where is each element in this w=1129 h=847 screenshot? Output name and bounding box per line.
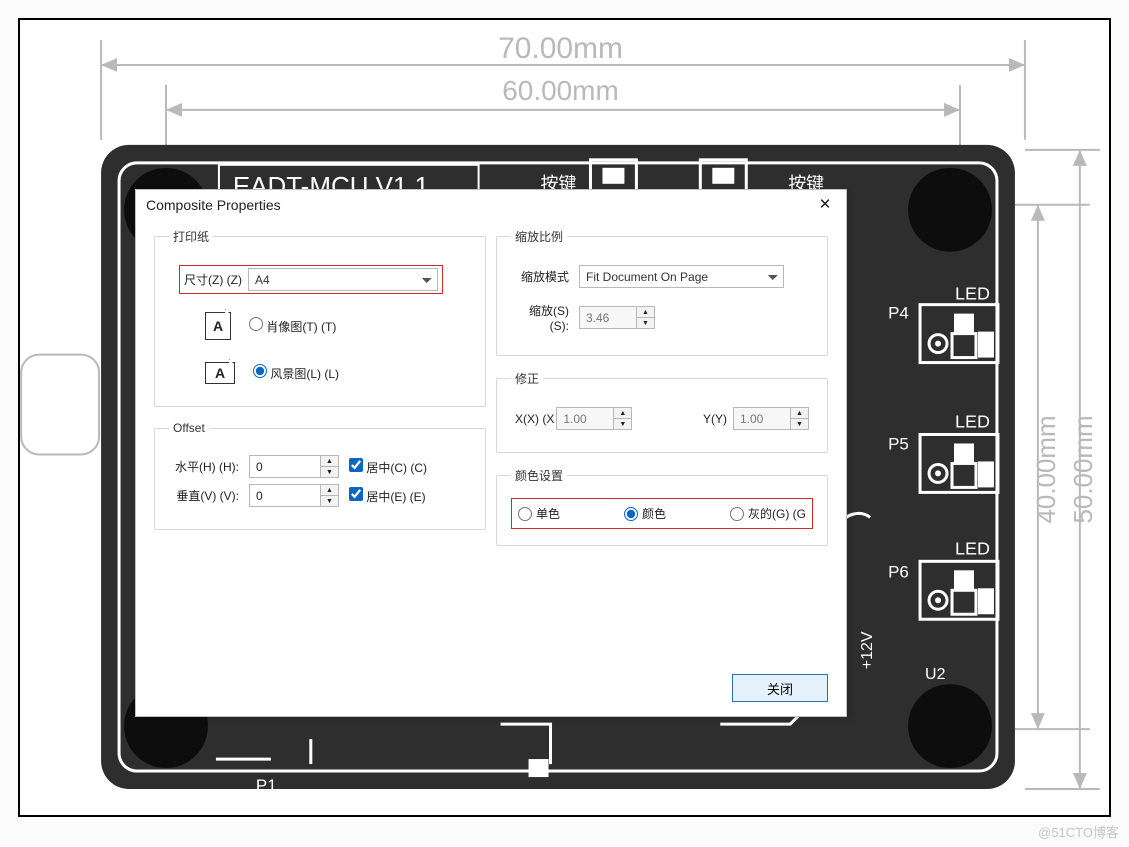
correction-x-value[interactable]	[556, 407, 614, 430]
paper-size-label: 尺寸(Z) (Z)	[184, 271, 242, 288]
offset-v-center-checkbox[interactable]	[349, 487, 363, 501]
color-group: 颜色设置 单色 颜色 灰的(G) (G	[496, 467, 828, 546]
color-gray-radio[interactable]	[730, 507, 744, 521]
offset-v-value[interactable]	[249, 484, 321, 507]
spin-up-icon[interactable]: ▲	[614, 407, 632, 418]
dialog-titlebar: Composite Properties ✕	[136, 190, 846, 218]
color-color[interactable]: 颜色	[624, 505, 666, 522]
led-label-1: LED	[955, 284, 990, 304]
portrait-icon: A	[205, 312, 231, 340]
close-button[interactable]: 关闭	[732, 674, 828, 702]
landscape-radio-label[interactable]: 风景图(L) (L)	[253, 364, 339, 382]
correction-group: 修正 X(X) (X ▲▼ Y(Y)	[496, 370, 828, 453]
offset-group: Offset 水平(H) (H): ▲▼ 居中(C) (C) 垂直(V) (V)…	[154, 421, 486, 530]
scale-mode-label: 缩放模式	[511, 268, 569, 285]
offset-h-center-checkbox[interactable]	[349, 458, 363, 472]
offset-h-spinner[interactable]: ▲▼	[249, 455, 339, 478]
portrait-radio-label[interactable]: 肖像图(T) (T)	[249, 317, 336, 335]
correction-x-spinner[interactable]: ▲▼	[556, 407, 632, 430]
offset-h-center[interactable]: 居中(C) (C)	[349, 458, 427, 476]
color-mono[interactable]: 单色	[518, 505, 560, 522]
dim-outer-h: 50.00mm	[1068, 415, 1098, 523]
color-legend: 颜色设置	[511, 467, 567, 484]
offset-v-label: 垂直(V) (V):	[169, 487, 239, 504]
spin-down-icon[interactable]: ▼	[614, 418, 632, 430]
correction-y-spinner[interactable]: ▲▼	[733, 407, 809, 430]
spin-up-icon[interactable]: ▲	[637, 306, 655, 317]
p4-label: P4	[888, 304, 909, 323]
spin-up-icon[interactable]: ▲	[321, 455, 339, 466]
scale-legend: 缩放比例	[511, 228, 567, 245]
landscape-icon: A	[205, 362, 235, 384]
correction-y-label: Y(Y)	[703, 412, 727, 426]
spin-up-icon[interactable]: ▲	[321, 484, 339, 495]
spin-down-icon[interactable]: ▼	[791, 418, 809, 430]
dialog-title: Composite Properties	[146, 197, 281, 213]
correction-legend: 修正	[511, 370, 543, 387]
paper-size-highlight: 尺寸(Z) (Z) A4	[179, 265, 443, 294]
paper-legend: 打印纸	[169, 228, 213, 245]
spin-down-icon[interactable]: ▼	[637, 317, 655, 329]
p1-label: P1	[256, 776, 277, 795]
offset-h-label: 水平(H) (H):	[169, 458, 239, 475]
offset-legend: Offset	[169, 421, 209, 435]
paper-group: 打印纸 尺寸(Z) (Z) A4 A 肖像图(T) (T)	[154, 228, 486, 407]
color-options-highlight: 单色 颜色 灰的(G) (G	[511, 498, 813, 529]
correction-y-value[interactable]	[733, 407, 791, 430]
color-color-radio[interactable]	[624, 507, 638, 521]
scale-value[interactable]	[579, 306, 637, 329]
spin-up-icon[interactable]: ▲	[791, 407, 809, 418]
led-label-2: LED	[955, 411, 990, 431]
paper-size-select[interactable]: A4	[248, 268, 438, 291]
scale-value-spinner[interactable]: ▲▼	[579, 306, 655, 329]
p6-label: P6	[888, 562, 909, 581]
correction-x-label: X(X) (X	[515, 412, 554, 426]
offset-h-value[interactable]	[249, 455, 321, 478]
offset-v-spinner[interactable]: ▲▼	[249, 484, 339, 507]
scale-group: 缩放比例 缩放模式 Fit Document On Page 缩放(S) (S)…	[496, 228, 828, 356]
composite-properties-dialog: Composite Properties ✕ 打印纸 尺寸(Z) (Z) A4	[135, 189, 847, 717]
watermark: @51CTO博客	[1038, 822, 1119, 841]
portrait-radio[interactable]	[249, 317, 263, 331]
scale-mode-select[interactable]: Fit Document On Page	[579, 265, 784, 288]
spin-down-icon[interactable]: ▼	[321, 466, 339, 478]
scale-value-label: 缩放(S) (S):	[511, 302, 569, 333]
landscape-radio[interactable]	[253, 364, 267, 378]
close-icon[interactable]: ✕	[814, 196, 836, 214]
led-label-3: LED	[955, 538, 990, 558]
pcb-canvas: 70.00mm 60.00mm 40.00mm 50.00mm	[18, 18, 1111, 817]
dim-inner-h: 40.00mm	[1031, 415, 1061, 523]
color-gray[interactable]: 灰的(G) (G	[730, 505, 806, 522]
offset-v-center[interactable]: 居中(E) (E)	[349, 487, 426, 505]
p5-label: P5	[888, 434, 909, 453]
u2-label: U2	[925, 666, 946, 683]
v12-label: +12V	[859, 631, 876, 669]
dim-outer-w: 70.00mm	[498, 32, 623, 65]
spin-down-icon[interactable]: ▼	[321, 495, 339, 507]
dim-inner-w: 60.00mm	[502, 75, 619, 106]
color-mono-radio[interactable]	[518, 507, 532, 521]
